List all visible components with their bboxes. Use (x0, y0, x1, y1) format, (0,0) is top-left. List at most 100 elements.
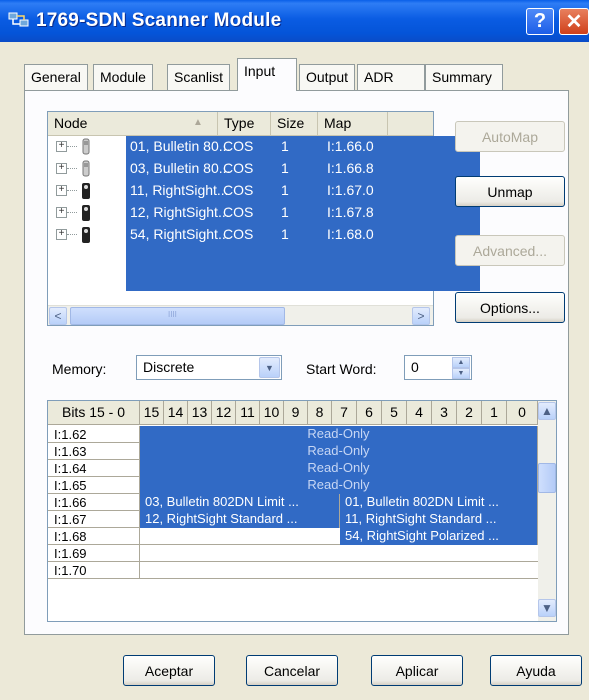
bit-header: 7 (332, 401, 357, 425)
advanced-button[interactable]: Advanced... (455, 235, 565, 266)
bit-header: 6 (357, 401, 382, 425)
column-type[interactable]: Type (218, 112, 271, 136)
table-row[interactable]: Read-Only (140, 443, 538, 460)
word-address: I:1.70 (48, 562, 140, 579)
photoelectric-sensor-icon (82, 205, 90, 221)
scroll-left-button[interactable]: < (49, 307, 67, 325)
word-address: I:1.65 (48, 477, 140, 494)
table-row[interactable]: 12, RightSight Standard ... 11, RightSig… (140, 511, 538, 528)
list-item[interactable]: + 12, RightSight... COS 1 I:1.67.8 (48, 202, 433, 224)
scroll-right-button[interactable]: > (412, 307, 430, 325)
read-only-block: Read-Only (140, 426, 538, 443)
limit-switch-icon (82, 138, 90, 155)
expand-icon[interactable]: + (56, 163, 67, 174)
chevron-right-icon: > (417, 309, 425, 323)
scrollbar-thumb[interactable] (538, 463, 556, 493)
options-button[interactable]: Options... (455, 292, 565, 323)
chevron-up-icon: ▲ (541, 404, 553, 418)
table-row[interactable]: 03, Bulletin 802DN Limit ... 01, Bulleti… (140, 494, 538, 511)
bit-header: 15 (140, 401, 164, 425)
word-address: I:1.67 (48, 511, 140, 528)
tab-adr[interactable]: ADR (357, 64, 425, 90)
read-only-block: Read-Only (140, 477, 538, 494)
start-word-label: Start Word: (306, 361, 377, 377)
table-row[interactable]: Read-Only (140, 426, 538, 443)
ok-button[interactable]: Aceptar (123, 655, 215, 686)
chevron-down-icon[interactable]: ▼ (259, 357, 280, 378)
bit-map-grid[interactable]: Bits 15 - 0 15 14 13 12 11 10 9 8 7 6 5 … (47, 400, 557, 622)
table-row[interactable]: 54, RightSight Polarized ... (140, 528, 538, 545)
cancel-button[interactable]: Cancelar (246, 655, 338, 686)
bit-grid-header: Bits 15 - 0 15 14 13 12 11 10 9 8 7 6 5 … (48, 401, 538, 425)
spin-up-icon[interactable]: ▲ (452, 357, 470, 368)
automap-button[interactable]: AutoMap (455, 121, 565, 152)
expand-icon[interactable]: + (56, 207, 67, 218)
mapped-low-byte[interactable]: 11, RightSight Standard ... (340, 511, 538, 528)
vertical-scrollbar[interactable]: ▲ ▼ (538, 401, 556, 621)
word-address: I:1.64 (48, 460, 140, 477)
table-row[interactable]: Read-Only (140, 460, 538, 477)
bit-header: 10 (260, 401, 284, 425)
bit-header: 9 (284, 401, 308, 425)
bit-header: 13 (188, 401, 212, 425)
bit-header: 14 (164, 401, 188, 425)
bit-header: 8 (308, 401, 332, 425)
list-item[interactable]: + 03, Bulletin 80... COS 1 I:1.66.8 (48, 158, 433, 180)
list-item[interactable]: + 01, Bulletin 80... COS 1 I:1.66.0 (48, 136, 433, 158)
tab-general[interactable]: General (24, 64, 88, 90)
mapped-high-byte[interactable]: 03, Bulletin 802DN Limit ... (140, 494, 340, 511)
node-list[interactable]: Node ▲ Type Size Map + 01, Bulletin 80..… (47, 111, 480, 326)
column-map[interactable]: Map (318, 112, 388, 136)
bit-header: 1 (482, 401, 507, 425)
list-item[interactable]: + 11, RightSight... COS 1 I:1.67.0 (48, 180, 433, 202)
read-only-block: Read-Only (140, 443, 538, 460)
bit-header: 11 (236, 401, 260, 425)
bit-header: 3 (432, 401, 457, 425)
close-button[interactable]: ✕ (559, 8, 589, 35)
tab-scanlist[interactable]: Scanlist (167, 64, 231, 90)
memory-label: Memory: (52, 361, 107, 377)
bit-header: 2 (457, 401, 482, 425)
scroll-up-button[interactable]: ▲ (538, 402, 556, 420)
title-bar[interactable]: 1769-SDN Scanner Module ? ✕ (0, 0, 589, 42)
tab-module[interactable]: Module (93, 64, 153, 90)
word-address: I:1.68 (48, 528, 140, 545)
apply-button[interactable]: Aplicar (371, 655, 463, 686)
word-address: I:1.69 (48, 545, 140, 562)
list-item[interactable]: + 54, RightSight... COS 1 I:1.68.0 (48, 224, 433, 246)
close-icon: ✕ (565, 11, 583, 33)
network-module-icon (8, 12, 29, 27)
spin-down-icon[interactable]: ▼ (452, 368, 470, 379)
photoelectric-sensor-icon (82, 227, 90, 243)
expand-icon[interactable]: + (56, 141, 67, 152)
table-row[interactable]: Read-Only (140, 477, 538, 494)
table-row[interactable] (140, 545, 538, 562)
unmap-button[interactable]: Unmap (455, 176, 565, 207)
word-address: I:1.62 (48, 426, 140, 443)
bit-header: 5 (382, 401, 407, 425)
expand-icon[interactable]: + (56, 185, 67, 196)
tab-input[interactable]: Input (237, 58, 297, 91)
expand-icon[interactable]: + (56, 229, 67, 240)
limit-switch-icon (82, 160, 90, 177)
mapped-low-byte[interactable]: 54, RightSight Polarized ... (340, 528, 538, 545)
help-title-button[interactable]: ? (526, 8, 554, 35)
help-button[interactable]: Ayuda (490, 655, 582, 686)
bits-header-label: Bits 15 - 0 (48, 401, 140, 425)
bit-header: 12 (212, 401, 236, 425)
mapped-high-byte[interactable]: 12, RightSight Standard ... (140, 511, 340, 528)
question-icon: ? (533, 10, 547, 32)
scroll-down-button[interactable]: ▼ (538, 599, 556, 617)
horizontal-scrollbar[interactable]: < IIII > (48, 305, 433, 325)
table-row[interactable] (140, 562, 538, 579)
sort-ascending-icon: ▲ (193, 117, 203, 128)
tab-summary[interactable]: Summary (425, 64, 503, 90)
column-size[interactable]: Size (271, 112, 318, 136)
start-word-stepper[interactable]: 0 ▲ ▼ (404, 355, 472, 380)
mapped-low-byte[interactable]: 01, Bulletin 802DN Limit ... (340, 494, 538, 511)
scrollbar-thumb[interactable]: IIII (70, 307, 285, 325)
tab-output[interactable]: Output (299, 64, 356, 90)
memory-select[interactable]: Discrete ▼ (136, 355, 282, 380)
bit-header: 4 (407, 401, 432, 425)
column-node[interactable]: Node ▲ (48, 112, 218, 136)
